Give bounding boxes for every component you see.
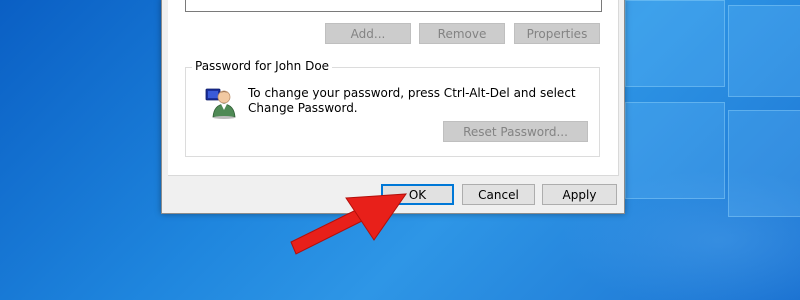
- dialog-tab-panel: Add... Remove Properties Password for Jo…: [168, 0, 619, 176]
- group-membership-list[interactable]: [185, 0, 602, 12]
- add-button[interactable]: Add...: [325, 23, 411, 44]
- red-arrow-icon: [290, 193, 408, 255]
- windows-logo-pane: [625, 0, 725, 87]
- windows-logo-pane: [625, 102, 725, 199]
- user-with-key-icon: [205, 88, 236, 119]
- password-change-instructions: To change your password, press Ctrl-Alt-…: [248, 86, 576, 115]
- password-group-box: Password for John Doe To change your pas…: [185, 59, 600, 157]
- apply-button[interactable]: Apply: [542, 184, 617, 205]
- cancel-button[interactable]: Cancel: [462, 184, 535, 205]
- password-group-title: Password for John Doe: [192, 59, 333, 73]
- windows-logo-pane: [728, 110, 800, 217]
- windows-logo-pane: [728, 5, 800, 97]
- remove-button[interactable]: Remove: [419, 23, 505, 44]
- properties-button[interactable]: Properties: [514, 23, 600, 44]
- reset-password-button[interactable]: Reset Password...: [443, 121, 588, 142]
